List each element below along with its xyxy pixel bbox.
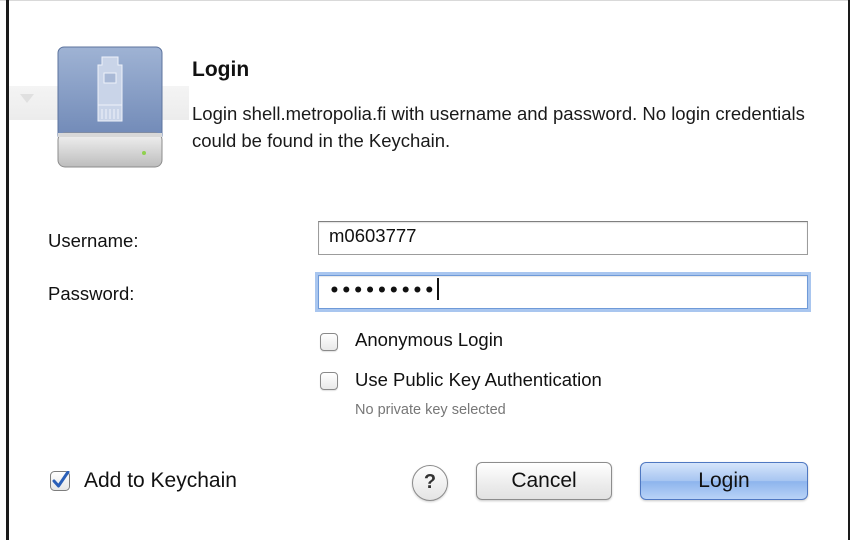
public-key-auth-checkbox[interactable]: [320, 372, 338, 390]
login-button[interactable]: Login: [640, 462, 808, 500]
dialog-title: Login: [192, 58, 250, 81]
background-chevron-icon: [20, 94, 34, 103]
add-to-keychain-checkbox[interactable]: [50, 471, 70, 491]
dialog-description: Login shell.metropolia.fi with username …: [192, 103, 805, 151]
add-to-keychain-label: Add to Keychain: [84, 469, 237, 492]
help-button[interactable]: ?: [412, 465, 448, 501]
anonymous-login-label: Anonymous Login: [355, 329, 504, 350]
username-label: Username:: [48, 230, 139, 251]
password-masked-value: •••••••••: [329, 281, 436, 301]
username-field[interactable]: m0603777: [318, 221, 808, 255]
password-field[interactable]: •••••••••: [318, 275, 808, 309]
cancel-button[interactable]: Cancel: [476, 462, 612, 500]
network-drive-icon: [57, 46, 163, 168]
public-key-note: No private key selected: [355, 402, 506, 418]
text-caret: [436, 278, 439, 301]
public-key-auth-label: Use Public Key Authentication: [355, 369, 602, 390]
username-value: m0603777: [329, 225, 417, 246]
password-label: Password:: [48, 283, 135, 304]
anonymous-login-checkbox[interactable]: [320, 333, 338, 351]
